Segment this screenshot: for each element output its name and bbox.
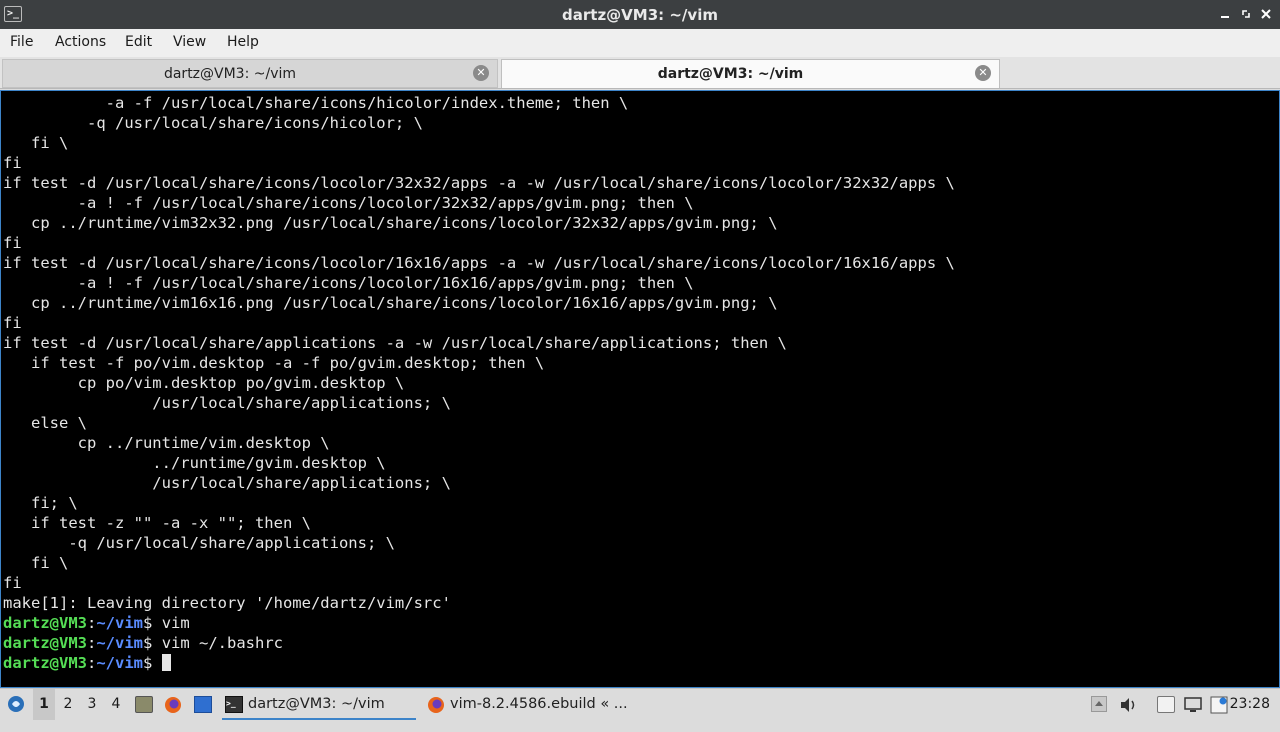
terminal-line: if test -f po/vim.desktop -a -f po/gvim.… [3,354,545,372]
terminal-line: fi [3,234,22,252]
terminal-line: -a ! -f /usr/local/share/icons/locolor/1… [3,274,694,292]
prompt-line: dartz@VM3:~/vim$ vim [3,613,955,633]
prompt-user: dartz@VM3 [3,634,87,652]
menu-edit[interactable]: Edit [125,34,152,50]
lxqt-start-icon[interactable] [4,689,28,720]
prompt-dollar: $ [143,634,162,652]
clock[interactable]: 23:28 [1230,689,1270,720]
prompt-line: dartz@VM3:~/vim$ vim ~/.bashrc [3,633,955,653]
terminal-icon: >_ [225,696,243,713]
menu-view[interactable]: View [173,34,206,50]
prompt-path: ~/vim [96,654,144,672]
terminal-line: if test -d /usr/local/share/icons/locolo… [3,174,955,192]
terminal-line: -q /usr/local/share/applications; \ [3,534,395,552]
terminal-line: fi [3,574,22,592]
prompt-line[interactable]: dartz@VM3:~/vim$ [3,653,955,673]
volume-icon[interactable] [1119,696,1137,713]
menu-bar: File Actions Edit View Help [0,29,1280,57]
terminal-line: cp ../runtime/vim16x16.png /usr/local/sh… [3,294,778,312]
taskbar: 1 2 3 4 >_ dartz@VM3: ~/vim vim-8.2.4586… [0,688,1280,720]
prompt-dollar: $ [143,614,162,632]
menu-actions[interactable]: Actions [55,34,106,50]
update-notifier-icon[interactable] [1210,696,1228,714]
terminal-line: if test -d /usr/local/share/applications… [3,334,787,352]
command-text: vim ~/.bashrc [161,634,284,652]
file-manager-icon[interactable] [135,696,153,713]
terminal-output: -a -f /usr/local/share/icons/hicolor/ind… [3,93,955,673]
terminal-line: cp ../runtime/vim32x32.png /usr/local/sh… [3,214,778,232]
tab-label: dartz@VM3: ~/vim [657,66,804,82]
desktop-1-button[interactable]: 1 [33,689,55,720]
command-text: vim [161,614,190,632]
task-firefox[interactable]: vim-8.2.4586.ebuild « ... [424,691,644,718]
terminal-view[interactable]: -a -f /usr/local/share/icons/hicolor/ind… [0,90,1280,688]
menu-help[interactable]: Help [227,34,259,50]
tab-label: dartz@VM3: ~/vim [163,66,297,82]
task-label: vim-8.2.4586.ebuild « ... [450,696,628,712]
terminal-line: fi \ [3,554,69,572]
tab-terminal-2[interactable]: dartz@VM3: ~/vim ✕ [501,59,1000,88]
prompt-path: ~/vim [96,614,144,632]
terminal-cursor [161,654,171,671]
terminal-line: -a -f /usr/local/share/icons/hicolor/ind… [3,94,629,112]
terminal-line: -a ! -f /usr/local/share/icons/locolor/3… [3,194,694,212]
terminal-line: cp ../runtime/vim.desktop \ [3,434,330,452]
tray-up-arrow-icon[interactable] [1091,696,1107,712]
clipboard-icon[interactable] [1157,696,1175,713]
minimize-icon[interactable] [1216,5,1234,23]
prompt-dollar: $ [143,654,162,672]
desktop-2-button[interactable]: 2 [57,689,79,720]
prompt-separator: : [87,614,97,632]
terminal-line: ../runtime/gvim.desktop \ [3,454,386,472]
terminal-line: fi [3,154,22,172]
terminal-line: fi; \ [3,494,78,512]
desktop-4-button[interactable]: 4 [105,689,127,720]
terminal-line: cp po/vim.desktop po/gvim.desktop \ [3,374,405,392]
prompt-user: dartz@VM3 [3,654,87,672]
terminal-line: /usr/local/share/applications; \ [3,394,451,412]
terminal-line: /usr/local/share/applications; \ [3,474,451,492]
task-terminal[interactable]: >_ dartz@VM3: ~/vim [222,691,416,720]
maximize-icon[interactable] [1237,5,1255,23]
window-title: dartz@VM3: ~/vim [562,6,718,24]
prompt-user: dartz@VM3 [3,614,87,632]
terminal-line: fi \ [3,134,69,152]
firefox-icon[interactable] [164,696,182,713]
desktop-icon[interactable] [194,696,212,713]
tab-close-icon[interactable]: ✕ [975,65,991,81]
tab-terminal-1[interactable]: dartz@VM3: ~/vim ✕ [2,59,498,88]
tab-close-icon[interactable]: ✕ [473,65,489,81]
terminal-line: fi [3,314,22,332]
network-icon[interactable] [1184,696,1202,713]
desktop-3-button[interactable]: 3 [81,689,103,720]
close-icon[interactable] [1257,5,1275,23]
terminal-line: if test -d /usr/local/share/icons/locolo… [3,254,955,272]
prompt-separator: : [87,634,97,652]
terminal-line: if test -z "" -a -x ""; then \ [3,514,311,532]
terminal-line: make[1]: Leaving directory '/home/dartz/… [3,594,451,612]
terminal-line: -q /usr/local/share/icons/hicolor; \ [3,114,423,132]
terminal-line: else \ [3,414,87,432]
menu-file[interactable]: File [10,34,33,50]
window-titlebar: >_ dartz@VM3: ~/vim [0,0,1280,29]
prompt-path: ~/vim [96,634,144,652]
task-label: dartz@VM3: ~/vim [248,696,385,712]
prompt-separator: : [87,654,97,672]
tab-bar: dartz@VM3: ~/vim ✕ dartz@VM3: ~/vim ✕ [0,57,1280,89]
